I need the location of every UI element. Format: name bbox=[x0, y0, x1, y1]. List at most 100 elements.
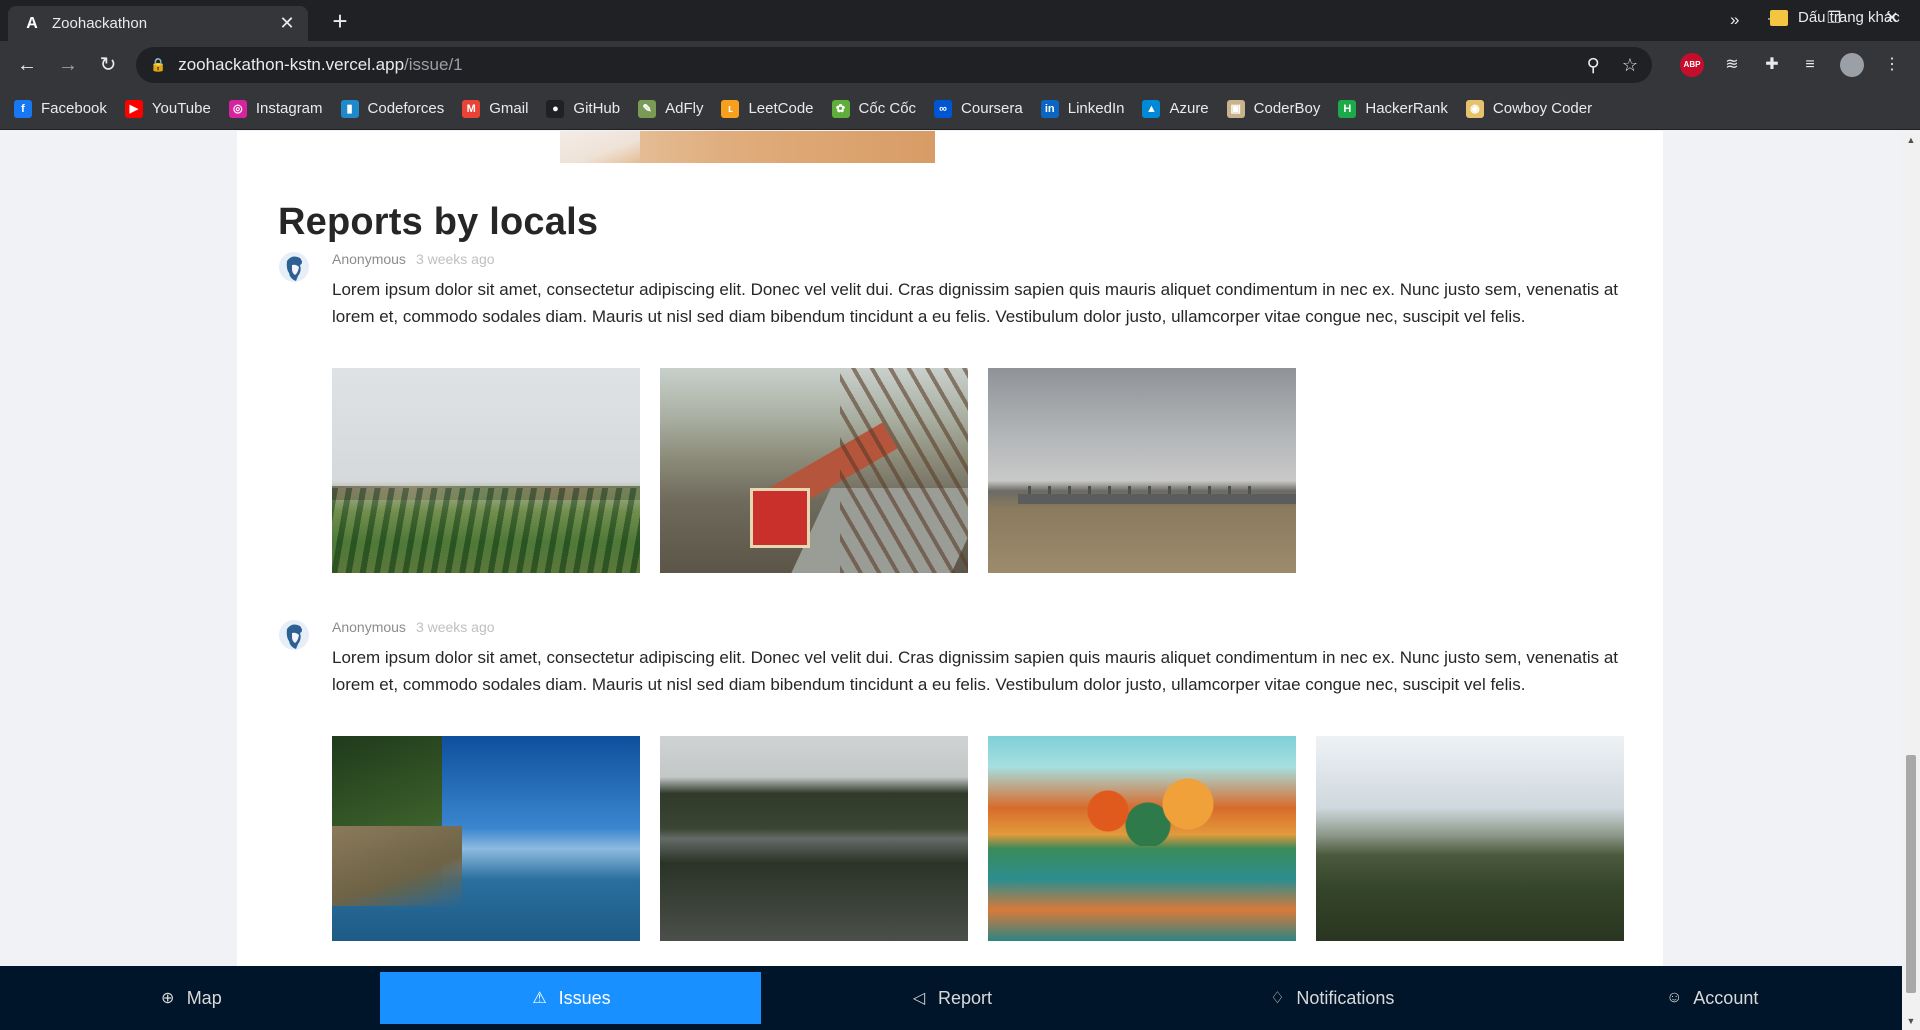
issue-card: Reports by locals Anonymous 3 weeks ago … bbox=[237, 131, 1663, 966]
page-viewport: Reports by locals Anonymous 3 weeks ago … bbox=[0, 131, 1902, 966]
bookmark-item[interactable]: ▶ YouTube bbox=[124, 99, 211, 118]
bookmark-label: Cowboy Coder bbox=[1492, 100, 1593, 117]
tab-favicon-icon: A bbox=[26, 14, 38, 32]
bottom-navigation: ⊕ Map ⚠ Issues ◁ Report ♢ Notifications … bbox=[0, 966, 1902, 1030]
forward-button[interactable]: → bbox=[52, 49, 84, 81]
bookmark-item[interactable]: f Facebook bbox=[14, 99, 107, 118]
address-bar[interactable]: 🔒 zoohackathon-kstn.vercel.app /issue/1 … bbox=[136, 47, 1652, 83]
tab-bar: A Zoohackathon ✕ + — ❐ ✕ bbox=[0, 0, 1920, 41]
lock-icon[interactable]: 🔒 bbox=[150, 57, 166, 73]
new-tab-button[interactable]: + bbox=[324, 6, 356, 38]
comment-text: Lorem ipsum dolor sit amet, consectetur … bbox=[332, 648, 1618, 694]
bookmark-label: Cốc Cốc bbox=[858, 100, 917, 117]
hackerrank-icon: H bbox=[1338, 99, 1357, 118]
bookmark-item[interactable]: ▣ CoderBoy bbox=[1226, 99, 1321, 118]
nav-item-label: Account bbox=[1693, 987, 1759, 1008]
reload-button[interactable]: ↻ bbox=[92, 49, 124, 81]
bookmark-item[interactable]: ▮ Codeforces bbox=[340, 99, 444, 118]
browser-tab[interactable]: A Zoohackathon ✕ bbox=[8, 6, 308, 41]
bookmark-label: Azure bbox=[1169, 100, 1209, 117]
gmail-icon: M bbox=[462, 99, 481, 118]
industrial-plant-photo[interactable] bbox=[988, 368, 1296, 573]
linkedin-icon: in bbox=[1040, 99, 1059, 118]
nav-item-issues[interactable]: ⚠ Issues bbox=[380, 972, 761, 1024]
comment: Anonymous 3 weeks ago Lorem ipsum dolor … bbox=[278, 619, 1638, 966]
comment-photos bbox=[332, 736, 1624, 941]
adblock-plus-icon[interactable]: ABP bbox=[1680, 53, 1704, 77]
more-bookmarks-button[interactable]: » bbox=[1730, 10, 1739, 30]
autumn-lake-photo[interactable] bbox=[988, 736, 1296, 941]
url-host: zoohackathon-kstn.vercel.app bbox=[178, 55, 405, 74]
extensions-puzzle-icon[interactable]: ✚ bbox=[1760, 53, 1784, 77]
browser-chrome: A Zoohackathon ✕ + — ❐ ✕ ← → ↻ 🔒 zoohack… bbox=[0, 0, 1920, 130]
bookmark-item[interactable]: ʟ LeetCode bbox=[721, 99, 814, 118]
facebook-icon: f bbox=[14, 99, 32, 118]
comment-author[interactable]: Anonymous bbox=[332, 251, 406, 267]
comment-author[interactable]: Anonymous bbox=[332, 619, 406, 635]
bookmark-item[interactable]: in LinkedIn bbox=[1040, 99, 1125, 118]
dark-lake-photo[interactable] bbox=[660, 736, 968, 941]
bookmark-label: HackerRank bbox=[1365, 100, 1448, 117]
nav-item-label: Issues bbox=[558, 987, 611, 1008]
bookmark-item[interactable]: ▲ Azure bbox=[1142, 99, 1209, 118]
nav-item-account[interactable]: ☺ Account bbox=[1522, 966, 1902, 1030]
user-avatar-icon bbox=[279, 252, 309, 282]
coccoc-icon: ✿ bbox=[831, 99, 850, 118]
comment: Anonymous 3 weeks ago Lorem ipsum dolor … bbox=[278, 251, 1638, 573]
cowboy-coder-icon: ◉ bbox=[1465, 99, 1484, 118]
bell-icon: ♢ bbox=[1270, 990, 1285, 1007]
comment-text: Lorem ipsum dolor sit amet, consectetur … bbox=[332, 280, 1618, 326]
bookmark-label: Facebook bbox=[41, 100, 107, 117]
bookmark-label: YouTube bbox=[151, 100, 211, 117]
browser-menu-icon[interactable]: ⋮ bbox=[1880, 53, 1904, 77]
location-pin-icon[interactable]: ⚲ bbox=[1587, 55, 1600, 76]
other-bookmarks-label: Dấu trang khác bbox=[1798, 9, 1900, 26]
bookmark-label: LeetCode bbox=[748, 100, 814, 117]
coderboy-icon: ▣ bbox=[1226, 99, 1245, 118]
fields-photo[interactable] bbox=[332, 368, 640, 573]
instagram-icon: ◎ bbox=[228, 99, 247, 118]
bookmark-item[interactable]: ● GitHub bbox=[546, 99, 620, 118]
bookmark-item[interactable]: ✎ AdFly bbox=[638, 99, 703, 118]
bookmark-item[interactable]: ◉ Cowboy Coder bbox=[1465, 99, 1593, 118]
megaphone-icon: ◁ bbox=[912, 990, 926, 1007]
adfly-icon: ✎ bbox=[638, 99, 657, 118]
bookmark-item[interactable]: H HackerRank bbox=[1338, 99, 1448, 118]
bookmark-item[interactable]: M Gmail bbox=[462, 99, 529, 118]
comment-time: 3 weeks ago bbox=[415, 619, 495, 635]
nav-item-label: Report bbox=[938, 987, 993, 1008]
profile-avatar-icon[interactable] bbox=[1840, 53, 1864, 77]
scrollbar-thumb[interactable] bbox=[1906, 755, 1916, 993]
tab-title: Zoohackathon bbox=[52, 15, 148, 32]
scroll-down-arrow-icon[interactable]: ▼ bbox=[1902, 1012, 1920, 1030]
bookmark-item[interactable]: ✿ Cốc Cốc bbox=[831, 99, 917, 118]
bookmark-item[interactable]: ∞ Coursera bbox=[934, 99, 1023, 118]
nav-item-map[interactable]: ⊕ Map bbox=[0, 966, 380, 1030]
bridge-train-photo[interactable] bbox=[660, 368, 968, 573]
scroll-up-arrow-icon[interactable]: ▲ bbox=[1902, 131, 1920, 149]
back-button[interactable]: ← bbox=[11, 49, 43, 81]
media-queue-icon[interactable]: ≡ bbox=[1798, 53, 1822, 77]
youtube-icon: ▶ bbox=[124, 99, 143, 118]
browser-toolbar: ← → ↻ 🔒 zoohackathon-kstn.vercel.app /is… bbox=[0, 41, 1920, 88]
bookmark-label: LinkedIn bbox=[1067, 100, 1125, 117]
bookmarks-bar: f Facebook ▶ YouTube ◎ Instagram ▮ Codeforces M G… bbox=[0, 88, 1920, 130]
hills-photo[interactable] bbox=[1316, 736, 1624, 941]
globe-icon: ⊕ bbox=[160, 990, 175, 1007]
other-bookmarks-folder[interactable]: Dấu trang khác bbox=[1770, 9, 1900, 26]
blue-lake-photo[interactable] bbox=[332, 736, 640, 941]
extension-wave-icon[interactable]: ≋ bbox=[1720, 53, 1744, 77]
nav-item-report[interactable]: ◁ Report bbox=[761, 966, 1141, 1030]
bookmark-star-icon[interactable]: ☆ bbox=[1622, 55, 1638, 76]
bookmark-label: Instagram bbox=[255, 100, 323, 117]
bookmark-label: Gmail bbox=[489, 100, 529, 117]
nav-item-notifications[interactable]: ♢ Notifications bbox=[1141, 966, 1521, 1030]
github-icon: ● bbox=[546, 99, 565, 118]
page-scrollbar[interactable]: ▲ ▼ bbox=[1902, 131, 1920, 1030]
close-tab-icon[interactable]: ✕ bbox=[276, 13, 298, 34]
bookmark-item[interactable]: ◎ Instagram bbox=[228, 99, 323, 118]
bookmark-label: CoderBoy bbox=[1253, 100, 1321, 117]
bookmark-label: Coursera bbox=[961, 100, 1023, 117]
azure-icon: ▲ bbox=[1142, 99, 1161, 118]
leetcode-icon: ʟ bbox=[721, 99, 740, 118]
